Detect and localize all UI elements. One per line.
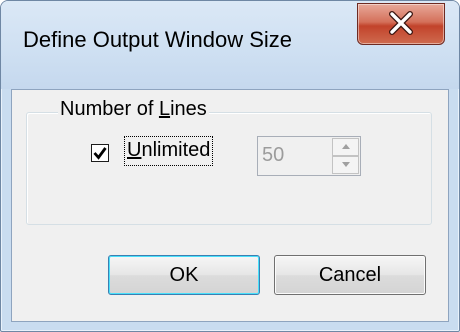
group-title: Number of Lines <box>58 98 209 121</box>
down-arrow-icon <box>342 162 350 167</box>
number-of-lines-group <box>26 112 432 225</box>
line-count-spinbox[interactable]: 50 <box>257 136 361 176</box>
up-arrow-icon <box>342 144 350 149</box>
group-title-prefix: Number of <box>60 98 159 120</box>
window-title: Define Output Window Size <box>23 27 293 52</box>
checkmark-icon <box>93 147 107 160</box>
close-button[interactable] <box>357 3 445 45</box>
close-icon <box>389 11 413 35</box>
title-bar[interactable]: Define Output Window Size <box>1 1 459 89</box>
spin-up-button[interactable] <box>332 138 359 156</box>
cancel-button[interactable]: Cancel <box>274 255 426 295</box>
group-title-accel: L <box>158 98 171 120</box>
ok-button[interactable]: OK <box>108 255 260 295</box>
dialog-window: Define Output Window Size Number of Line… <box>0 0 460 332</box>
line-count-input[interactable]: 50 <box>262 144 284 167</box>
spin-down-button[interactable] <box>332 156 359 174</box>
unlimited-checkbox[interactable] <box>91 144 109 162</box>
unlimited-label[interactable]: Unlimited <box>123 136 214 166</box>
dialog-body: Number of Lines Unlimited 50 OK Cancel <box>11 89 449 322</box>
unlimited-label-rest: nlimited <box>141 139 211 161</box>
unlimited-label-accel: U <box>127 139 142 161</box>
group-title-suffix: ines <box>170 98 207 120</box>
